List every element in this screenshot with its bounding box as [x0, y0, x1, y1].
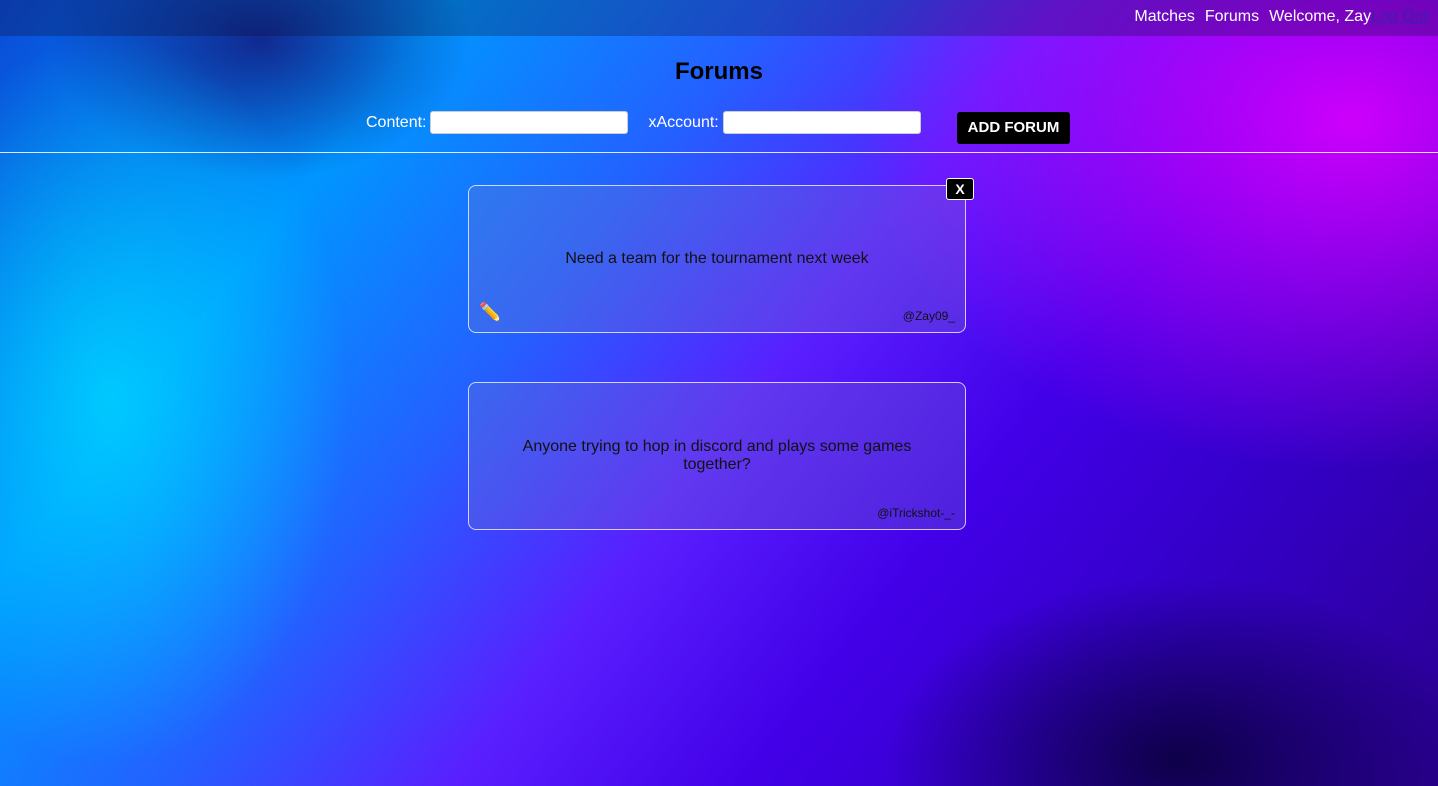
header-divider [0, 152, 1438, 153]
pencil-icon[interactable]: ✏️ [479, 303, 501, 321]
content-input[interactable] [430, 111, 629, 134]
forum-account: @iTrickshot-_- [877, 506, 955, 520]
delete-forum-button[interactable]: X [946, 178, 974, 200]
nav-forums-link[interactable]: Forums [1205, 8, 1259, 26]
add-forum-form: Content: xAccount: [366, 111, 941, 134]
forum-account: @Zay09_ [902, 309, 955, 323]
forum-content: Anyone trying to hop in discord and play… [522, 438, 912, 473]
forum-card: Need a team for the tournament next week… [468, 185, 966, 333]
forum-content: Need a team for the tournament next week [565, 250, 869, 267]
xaccount-label: xAccount: [648, 113, 719, 131]
content-label: Content: [366, 113, 427, 131]
page-title: Forums [674, 58, 763, 85]
forum-card: Anyone trying to hop in discord and play… [468, 382, 966, 530]
welcome-text: Welcome, Zay [1269, 8, 1372, 25]
logout-link[interactable]: Log Out [1371, 8, 1428, 26]
top-navbar: Matches Forums Welcome, Zay Log Out [0, 0, 1438, 36]
add-forum-button[interactable]: ADD FORUM [957, 112, 1070, 144]
nav-links: Matches Forums Welcome, Zay Log Out [1124, 8, 1428, 26]
xaccount-input[interactable] [722, 111, 921, 134]
nav-matches-link[interactable]: Matches [1134, 8, 1194, 26]
